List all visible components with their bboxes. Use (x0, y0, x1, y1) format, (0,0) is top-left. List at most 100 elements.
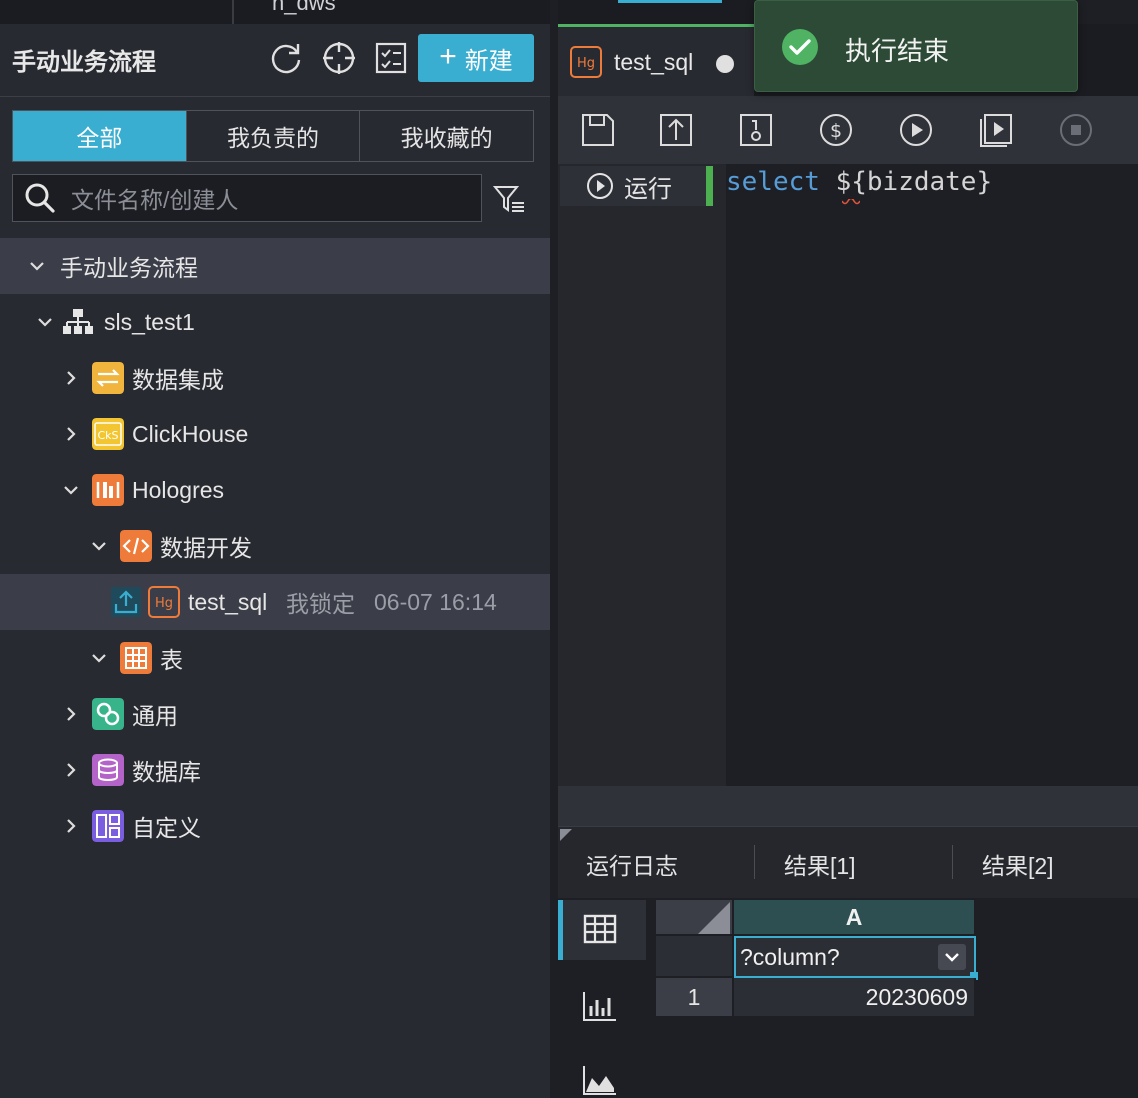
refresh-icon[interactable] (268, 40, 304, 76)
tree-root-label: 手动业务流程 (60, 255, 198, 281)
sql-keyword: select (726, 167, 820, 197)
hologres-icon (92, 474, 124, 506)
chevron-right-icon (67, 371, 76, 385)
line-change-marker (706, 166, 713, 206)
svg-text:CkS: CkS (97, 429, 118, 442)
hologres-sql-icon: Hg (570, 46, 602, 78)
grid-corner[interactable] (656, 900, 734, 936)
batch-operation-icon[interactable] (373, 40, 409, 76)
editor-tab-title: test_sql (614, 49, 694, 75)
save-icon[interactable] (580, 112, 616, 148)
warning-squiggle (842, 199, 860, 205)
tab-run-log[interactable]: 运行日志 (586, 847, 678, 881)
tab-result-2[interactable]: 结果[2] (982, 847, 1054, 881)
result-tab-bar: 运行日志 结果[1] 结果[2] (558, 826, 1138, 898)
chevron-down-icon (30, 262, 44, 271)
tree-item-label: 数据集成 (132, 367, 224, 393)
top-tab-strip: n_dws (0, 0, 550, 24)
custom-icon (92, 810, 124, 842)
tree-root-row[interactable]: 手动业务流程 (0, 238, 550, 294)
table-icon (120, 642, 152, 674)
toast-message: 执行结束 (845, 36, 950, 66)
run-label: 运行 (624, 175, 672, 203)
editor-gutter (558, 164, 726, 786)
tab-badge: Hg (577, 56, 595, 71)
segment-mine[interactable]: 我负责的 (185, 111, 360, 161)
tree-item-data-integration[interactable]: 数据集成 (0, 350, 550, 406)
search-placeholder: 文件名称/创建人 (71, 187, 239, 213)
tree-item-label: 数据库 (132, 759, 201, 785)
select-all-triangle-icon (698, 902, 730, 934)
run-with-params-icon[interactable] (978, 112, 1014, 148)
corner-icon (560, 829, 572, 841)
result-value-cell[interactable]: 20230609 (734, 978, 976, 1018)
tree-item-hologres[interactable]: Hologres (0, 462, 550, 518)
run-line-button[interactable]: 运行 (560, 166, 706, 206)
tree-item-table[interactable]: 表 (0, 630, 550, 686)
tab-separator (232, 0, 234, 24)
chevron-right-icon (67, 819, 76, 833)
column-name: ?column? (740, 943, 840, 970)
svg-text:$: $ (830, 120, 842, 142)
result-grid: A ?column? 1 20230609 (656, 898, 1138, 1098)
area-chart-view-icon[interactable] (582, 1064, 618, 1096)
cost-estimate-icon[interactable]: $ (818, 112, 854, 148)
segment-favorites[interactable]: 我收藏的 (359, 111, 533, 161)
row-header-1[interactable]: 1 (656, 978, 734, 1018)
sql-expression: ${bizdate} (819, 167, 993, 197)
top-tab-partial[interactable]: n_dws (272, 0, 336, 16)
table-view-icon (583, 914, 617, 944)
workflow-label: sls_test1 (104, 308, 195, 335)
lock-status: 我锁定 (286, 591, 355, 617)
run-icon[interactable] (898, 112, 934, 148)
workflow-icon (63, 309, 93, 334)
new-button[interactable]: + 新建 (418, 34, 534, 82)
code-line[interactable]: select ${bizdate} (726, 167, 992, 197)
tree-item-general[interactable]: 通用 (0, 686, 550, 742)
hologres-sql-icon: Hg (148, 586, 180, 618)
database-icon (92, 754, 124, 786)
view-table-button[interactable] (558, 900, 646, 960)
tree-item-test-sql[interactable]: Hg test_sql 我锁定 06-07 16:14 (0, 574, 550, 630)
submit-icon[interactable] (658, 112, 694, 148)
filter-icon[interactable] (492, 182, 526, 216)
tree-item-label: 表 (160, 647, 183, 673)
clickhouse-icon: CkS (92, 418, 124, 450)
divider (0, 96, 550, 97)
tree-item-data-dev[interactable]: 数据开发 (0, 518, 550, 574)
editor-top-strip (558, 0, 754, 24)
code-editor[interactable] (726, 164, 1138, 786)
panel-splitter[interactable] (558, 786, 1138, 826)
chevron-down-icon[interactable] (938, 944, 966, 970)
locate-icon[interactable] (321, 40, 357, 76)
stop-icon[interactable] (1058, 112, 1094, 148)
search-input[interactable]: 文件名称/创建人 (12, 174, 482, 222)
parameter-icon[interactable] (738, 112, 774, 148)
column-name-cell[interactable]: ?column? (734, 936, 976, 978)
unsaved-dot-icon[interactable] (716, 55, 734, 73)
editor-tab-test-sql[interactable]: Hg test_sql (558, 24, 754, 96)
general-icon (92, 698, 124, 730)
tab-result-1[interactable]: 结果[1] (784, 847, 856, 881)
row-header-empty (656, 936, 734, 978)
chevron-right-icon (67, 763, 76, 777)
file-name: test_sql (188, 588, 268, 615)
bar-chart-view-icon[interactable] (582, 990, 618, 1022)
tree-item-database[interactable]: 数据库 (0, 742, 550, 798)
tab-separator (952, 845, 953, 879)
tree-item-label: Hologres (132, 476, 225, 503)
left-panel: n_dws 手动业务流程 + 新建 全部 我负责的 我收藏的 文件名称/创建人 (0, 0, 550, 1098)
editor-panel: Hg test_sql $ 运行 select ${bizdate} 运行日志 … (558, 24, 1138, 1098)
chevron-right-icon (67, 707, 76, 721)
search-icon (25, 183, 55, 213)
tree-item-clickhouse[interactable]: CkS ClickHouse (0, 406, 550, 462)
success-toast: 执行结束 (754, 0, 1078, 92)
panel-title: 手动业务流程 (12, 49, 156, 76)
chevron-down-icon (92, 542, 106, 551)
play-circle-icon (587, 173, 613, 199)
tree-item-custom[interactable]: 自定义 (0, 798, 550, 854)
tree-workflow-row[interactable]: sls_test1 (0, 294, 550, 350)
segment-all[interactable]: 全部 (13, 111, 186, 161)
column-header-a[interactable]: A (734, 900, 976, 936)
data-integration-icon (92, 362, 124, 394)
